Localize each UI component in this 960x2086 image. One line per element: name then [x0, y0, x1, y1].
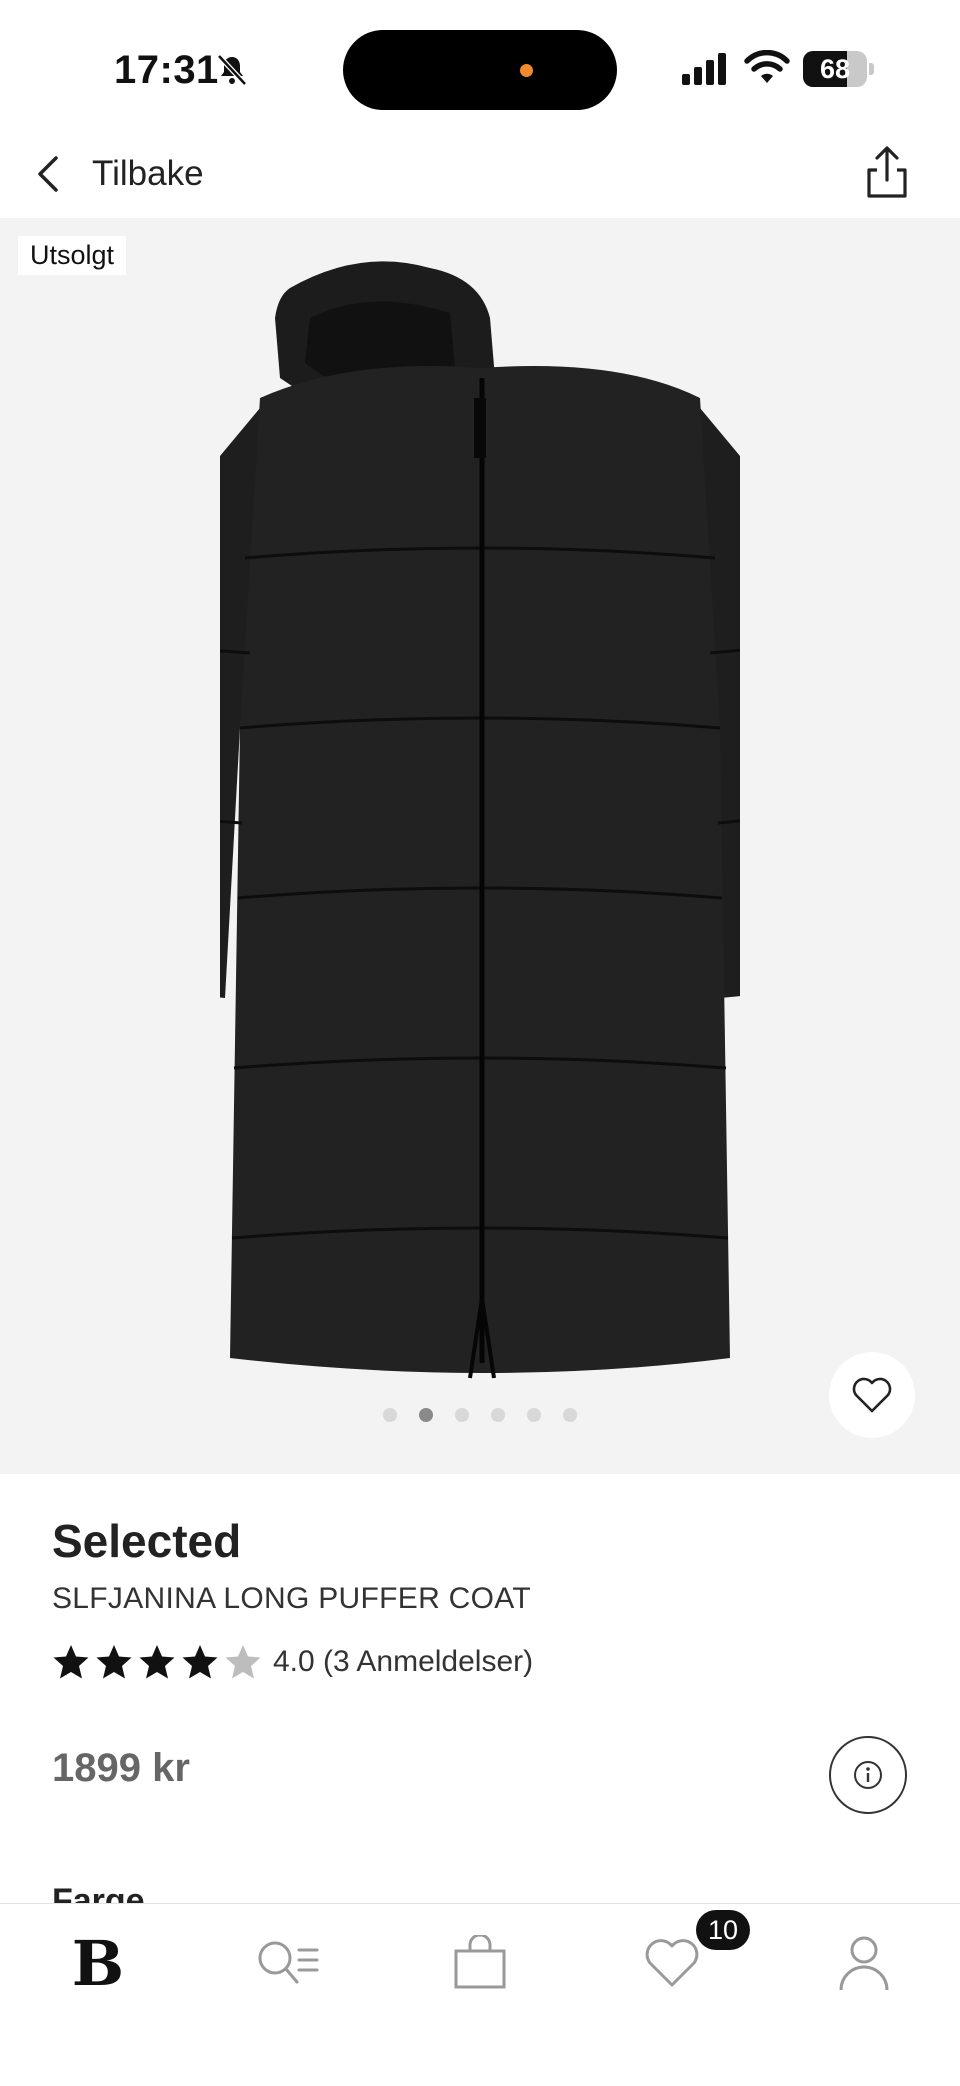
cellular-signal-icon — [682, 53, 726, 85]
tab-bag[interactable] — [430, 1918, 530, 2008]
tab-profile[interactable] — [814, 1918, 914, 2008]
status-time: 17:31 — [114, 48, 219, 92]
star-empty-icon — [225, 1645, 261, 1679]
nav-header: Tilbake — [0, 130, 960, 218]
tab-search[interactable] — [238, 1918, 338, 2008]
privacy-indicator-dot — [520, 64, 533, 77]
battery-icon: 68 — [803, 51, 874, 87]
carousel-dot[interactable] — [419, 1408, 433, 1422]
info-icon — [854, 1761, 882, 1789]
product-info: Selected SLFJANINA LONG PUFFER COAT 4.0 … — [0, 1474, 960, 1910]
tab-home[interactable]: B — [48, 1918, 148, 2008]
carousel-dot[interactable] — [455, 1408, 469, 1422]
carousel-dot[interactable] — [491, 1408, 505, 1422]
heart-icon — [645, 1939, 699, 1987]
carousel-dot[interactable] — [383, 1408, 397, 1422]
star-filled-icon — [139, 1645, 175, 1679]
brand-name[interactable]: Selected — [52, 1514, 241, 1568]
status-bar: 17:31 68 — [0, 0, 960, 130]
sold-out-badge: Utsolgt — [18, 236, 127, 275]
heart-outline-icon — [852, 1377, 892, 1413]
product-image-carousel[interactable]: Utsolgt — [0, 218, 960, 1474]
rating-stars — [52, 1643, 267, 1681]
product-name: SLFJANINA LONG PUFFER COAT — [52, 1582, 531, 1615]
price: 1899 kr — [52, 1746, 190, 1790]
profile-icon — [839, 1936, 889, 1991]
carousel-dot[interactable] — [563, 1408, 577, 1422]
rating-text: 4.0 (3 Anmeldelser) — [273, 1645, 534, 1678]
chevron-left-icon — [38, 156, 58, 192]
star-filled-icon — [96, 1645, 132, 1679]
back-button[interactable]: Tilbake — [34, 144, 204, 204]
star-filled-icon — [53, 1645, 89, 1679]
brand-logo: B — [71, 1926, 125, 2000]
price-info-button[interactable] — [829, 1736, 907, 1814]
shopping-bag-icon — [454, 1935, 506, 1989]
battery-percent: 68 — [819, 54, 851, 84]
favorites-count-badge: 10 — [696, 1910, 750, 1950]
favorite-button[interactable] — [829, 1352, 915, 1438]
rating[interactable]: 4.0 (3 Anmeldelser) — [52, 1640, 533, 1684]
search-list-icon — [258, 1941, 319, 1984]
share-icon[interactable] — [862, 144, 912, 200]
bell-muted-icon — [217, 54, 247, 86]
back-label: Tilbake — [92, 154, 204, 193]
carousel-dots — [0, 1408, 960, 1422]
wifi-icon — [744, 50, 790, 83]
product-image — [220, 261, 740, 1379]
carousel-dot[interactable] — [527, 1408, 541, 1422]
star-filled-icon — [182, 1645, 218, 1679]
dynamic-island — [343, 30, 617, 110]
tab-bar: B 10 — [0, 1903, 960, 2086]
